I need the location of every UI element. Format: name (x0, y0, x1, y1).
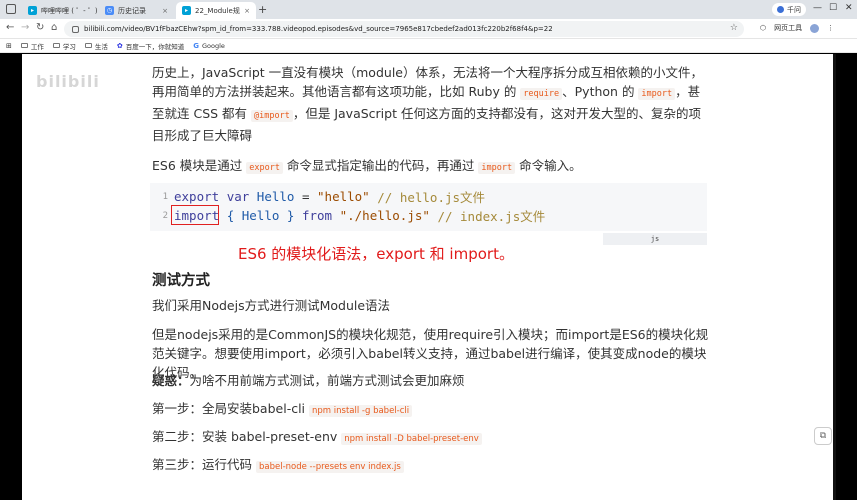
avatar[interactable] (810, 23, 820, 33)
minimize-button[interactable]: — (813, 3, 822, 13)
bookmark-label: 工作 (30, 42, 44, 51)
maximize-button[interactable]: ☐ (829, 3, 837, 13)
bookmark-label: 生活 (94, 42, 108, 51)
inline-command: babel-node --presets env index.js (255, 461, 404, 473)
google-icon: G (193, 41, 199, 50)
bookmark-folder-work[interactable]: 工作 (20, 41, 44, 51)
bookmark-label: 百度一下，你就知道 (125, 42, 185, 51)
folder-icon (84, 43, 92, 48)
es6-intro-paragraph: ES6 模块是通过 export 命令显式指定输出的代码，再通过 import … (152, 158, 582, 174)
code-block: 1 export var Hello = "hello" // hello.js… (150, 183, 707, 231)
close-icon[interactable]: × (240, 7, 250, 15)
window-close-button[interactable]: ✕ (845, 3, 853, 13)
tab-menu-icon[interactable] (6, 4, 16, 14)
bookmark-label: Google (202, 41, 225, 50)
folder-icon (52, 43, 60, 48)
window-icon: ⧉ (819, 431, 827, 441)
import-highlight-box (171, 205, 219, 225)
bookmark-folder-life[interactable]: 生活 (84, 41, 108, 51)
new-tab-button[interactable]: + (258, 3, 267, 16)
floating-action-button[interactable]: ⧉ (814, 427, 832, 445)
bookmarks-bar: ⊞ 工作 学习 生活 ✿ 百度一下，你就知道 G Google (0, 39, 857, 53)
tab-bilibili-home[interactable]: ▸ 哔哩哔哩 ( ゜- ゜)つロ × (22, 2, 97, 19)
tab-label: 哔哩哔哩 ( ゜- ゜)つロ (41, 6, 97, 15)
nodejs-paragraph: 我们采用Nodejs方式进行测试Module语法 (152, 298, 391, 313)
inline-code: import (478, 162, 516, 174)
bookmark-label: 学习 (62, 42, 76, 51)
bilibili-watermark: bilibili (36, 72, 100, 91)
scrollbar[interactable] (833, 54, 836, 500)
section-heading: 测试方式 (152, 273, 210, 289)
apps-icon[interactable]: ⊞ (6, 42, 12, 50)
video-frame: bilibili 历史上，JavaScript 一直没有模块（module）体系… (22, 54, 833, 500)
star-icon[interactable]: ☆ (730, 23, 738, 33)
history-paragraph: 历史上，JavaScript 一直没有模块（module）体系，无法将一个大程序… (152, 65, 703, 143)
folder-icon (20, 43, 28, 48)
inline-code: export (246, 162, 283, 174)
tab-label: 历史记录 (118, 6, 146, 15)
tab-history[interactable]: ◷ 历史记录 × (99, 2, 174, 19)
web-tools-button[interactable]: 网页工具 (774, 23, 802, 33)
back-arrow-icon[interactable]: ← (6, 22, 14, 33)
url-text: bilibili.com/video/BV1fFbazCEhw?spm_id_f… (84, 25, 553, 33)
code-line: 1 export var Hello = "hello" // hello.js… (150, 187, 485, 206)
bookmark-folder-study[interactable]: 学习 (52, 41, 76, 51)
bookmark-baidu[interactable]: ✿ 百度一下，你就知道 (117, 41, 184, 51)
history-icon: ◷ (105, 6, 114, 15)
inline-command: npm install -g babel-cli (309, 405, 413, 417)
close-icon[interactable]: × (158, 7, 168, 15)
line-number: 1 (162, 191, 168, 202)
tab-module-video[interactable]: ▸ 22_Module规 × (176, 2, 256, 19)
profile-icon (777, 6, 784, 13)
browser-toolbar: ← → ↻ ⌂ bilibili.com/video/BV1fFbazCEhw?… (0, 19, 857, 39)
bookmark-google[interactable]: G Google (193, 42, 225, 50)
bilibili-icon: ▸ (28, 6, 37, 15)
step-1: 第一步：全局安装babel-cli npm install -g babel-c… (152, 399, 413, 421)
reload-icon[interactable]: ↻ (36, 22, 44, 33)
red-annotation: ES6 的模块化语法，export 和 import。 (238, 245, 514, 263)
forward-arrow-icon[interactable]: → (21, 22, 29, 33)
extensions-icon[interactable]: ⬡ (760, 24, 766, 32)
tab-bar: ▸ 哔哩哔哩 ( ゜- ゜)つロ × ◷ 历史记录 × ▸ 22_Module规… (0, 0, 857, 19)
tab-label: 22_Module规 (195, 6, 240, 15)
question-paragraph: 疑惑：为啥不用前端方式测试，前端方式测试会更加麻烦 (152, 373, 465, 388)
baidu-icon: ✿ (116, 41, 123, 50)
profile-label: 千问 (787, 5, 801, 14)
menu-icon[interactable]: ⋮ (827, 24, 834, 32)
line-number: 2 (162, 210, 168, 221)
address-bar[interactable]: bilibili.com/video/BV1fFbazCEhw?spm_id_f… (64, 21, 744, 37)
question-label: 疑惑： (152, 373, 190, 388)
bilibili-icon: ▸ (182, 6, 191, 15)
profile-chip[interactable]: 千问 (772, 3, 806, 16)
home-icon[interactable]: ⌂ (51, 22, 57, 33)
step-2: 第二步：安装 babel-preset-env npm install -D b… (152, 427, 482, 449)
inline-code: @import (251, 110, 293, 122)
code-language-badge: js (603, 233, 707, 245)
site-info-icon[interactable] (72, 25, 79, 33)
inline-code: import (638, 88, 676, 100)
inline-command: npm install -D babel-preset-env (341, 433, 482, 445)
inline-code: require (520, 88, 563, 100)
step-3: 第三步：运行代码 babel-node --presets env index.… (152, 455, 404, 477)
toolbar-right: ⬡ 网页工具 ⋮ (760, 23, 834, 33)
